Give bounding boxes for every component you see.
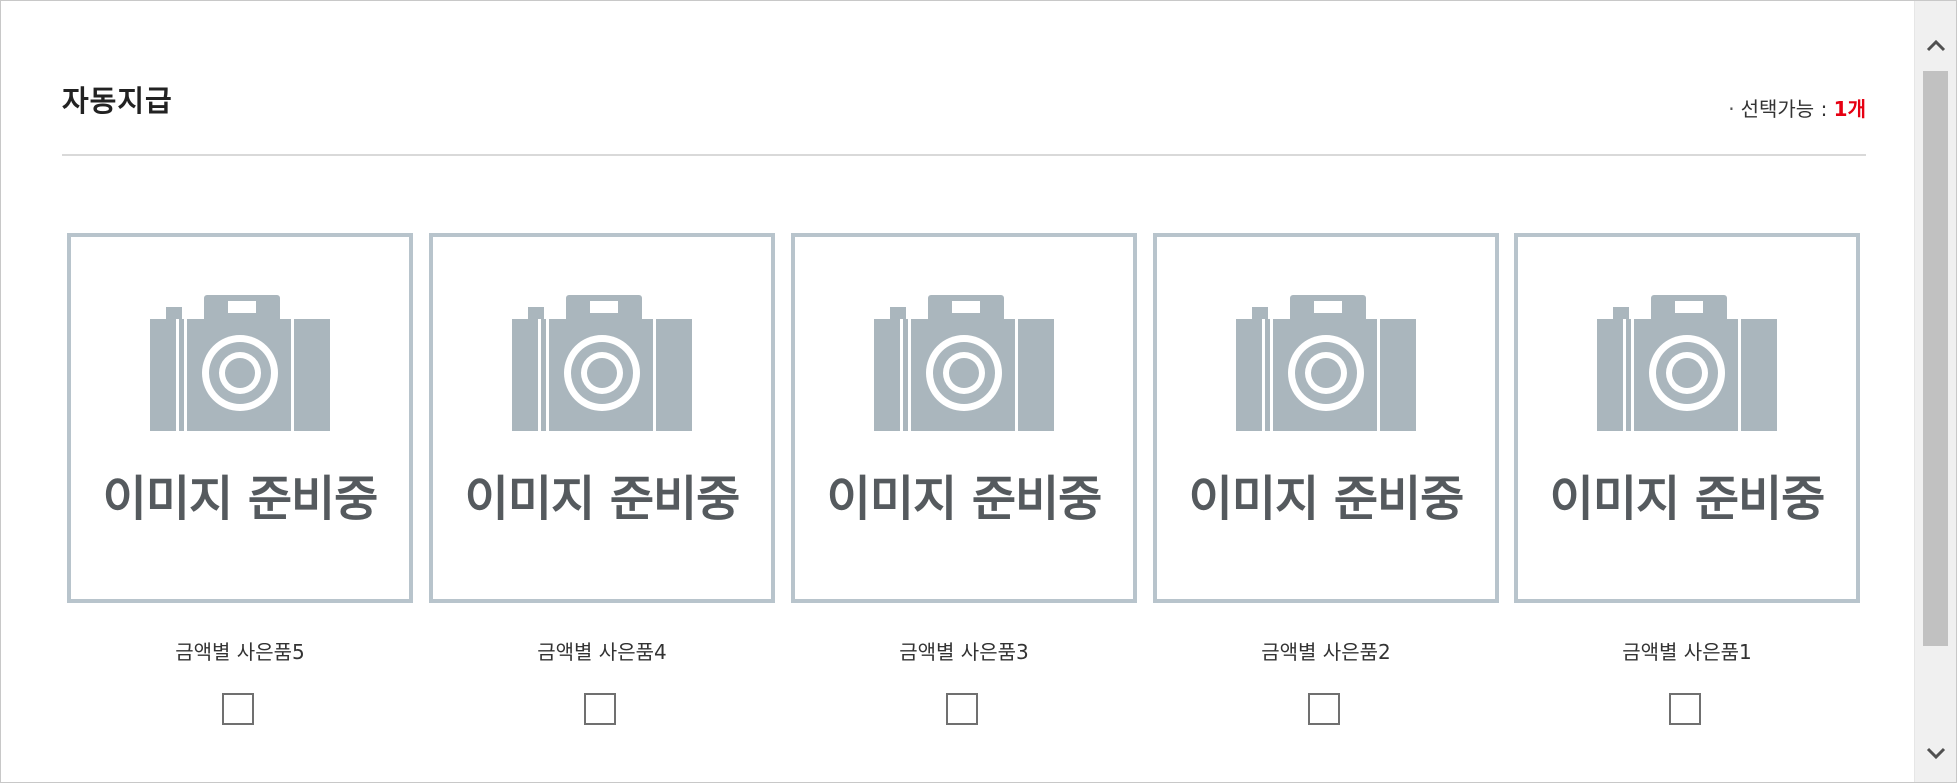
gift-item: 이미지 준비중 금액별 사은품4 xyxy=(429,233,775,733)
scroll-thumb[interactable] xyxy=(1923,71,1948,646)
gift-thumbnail[interactable]: 이미지 준비중 xyxy=(67,233,413,603)
gift-item: 이미지 준비중 금액별 사은품1 xyxy=(1514,233,1860,733)
gift-item: 이미지 준비중 금액별 사은품2 xyxy=(1153,233,1499,733)
scroll-up-button[interactable] xyxy=(1915,21,1956,71)
scroll-down-button[interactable] xyxy=(1915,728,1956,778)
gift-selection-window: 자동지급 · 선택가능 : 1개 이미지 준비중 금액별 사은품5 이미지 준비… xyxy=(0,0,1957,783)
camera-icon xyxy=(874,295,1054,431)
gift-checkbox[interactable] xyxy=(584,693,616,725)
image-placeholder-text: 이미지 준비중 xyxy=(1549,471,1826,527)
gift-thumbnail[interactable]: 이미지 준비중 xyxy=(1153,233,1499,603)
image-placeholder-text: 이미지 준비중 xyxy=(1188,471,1465,527)
bullet: · xyxy=(1728,97,1735,121)
gift-checkbox[interactable] xyxy=(946,693,978,725)
camera-icon xyxy=(512,295,692,431)
gift-item: 이미지 준비중 금액별 사은품3 xyxy=(791,233,1137,733)
gift-item: 이미지 준비중 금액별 사은품5 xyxy=(67,233,413,733)
selectable-label: 선택가능 : xyxy=(1740,97,1834,121)
section-title: 자동지급 xyxy=(62,84,173,118)
gift-name: 금액별 사은품5 xyxy=(175,640,305,664)
gift-checkbox[interactable] xyxy=(1308,693,1340,725)
image-placeholder-text: 이미지 준비중 xyxy=(464,471,741,527)
chevron-down-icon xyxy=(1926,747,1945,760)
content-area: 자동지급 · 선택가능 : 1개 이미지 준비중 금액별 사은품5 이미지 준비… xyxy=(1,1,1916,782)
camera-icon xyxy=(1236,295,1416,431)
image-placeholder-text: 이미지 준비중 xyxy=(102,471,379,527)
vertical-scrollbar[interactable] xyxy=(1914,1,1956,782)
selectable-count: 1개 xyxy=(1833,97,1866,121)
image-placeholder-text: 이미지 준비중 xyxy=(826,471,1103,527)
gift-name: 금액별 사은품1 xyxy=(1622,640,1752,664)
gift-list: 이미지 준비중 금액별 사은품5 이미지 준비중 금액별 사은품4 이미지 준비… xyxy=(67,233,1867,753)
gift-name: 금액별 사은품3 xyxy=(899,640,1029,664)
gift-checkbox[interactable] xyxy=(222,693,254,725)
section-header: 자동지급 · 선택가능 : 1개 xyxy=(62,1,1866,156)
gift-thumbnail[interactable]: 이미지 준비중 xyxy=(429,233,775,603)
gift-thumbnail[interactable]: 이미지 준비중 xyxy=(791,233,1137,603)
gift-name: 금액별 사은품2 xyxy=(1261,640,1391,664)
gift-checkbox[interactable] xyxy=(1669,693,1701,725)
chevron-up-icon xyxy=(1926,39,1945,52)
camera-icon xyxy=(1597,295,1777,431)
gift-thumbnail[interactable]: 이미지 준비중 xyxy=(1514,233,1860,603)
selectable-count-info: · 선택가능 : 1개 xyxy=(1728,96,1866,122)
camera-icon xyxy=(150,295,330,431)
gift-name: 금액별 사은품4 xyxy=(537,640,667,664)
